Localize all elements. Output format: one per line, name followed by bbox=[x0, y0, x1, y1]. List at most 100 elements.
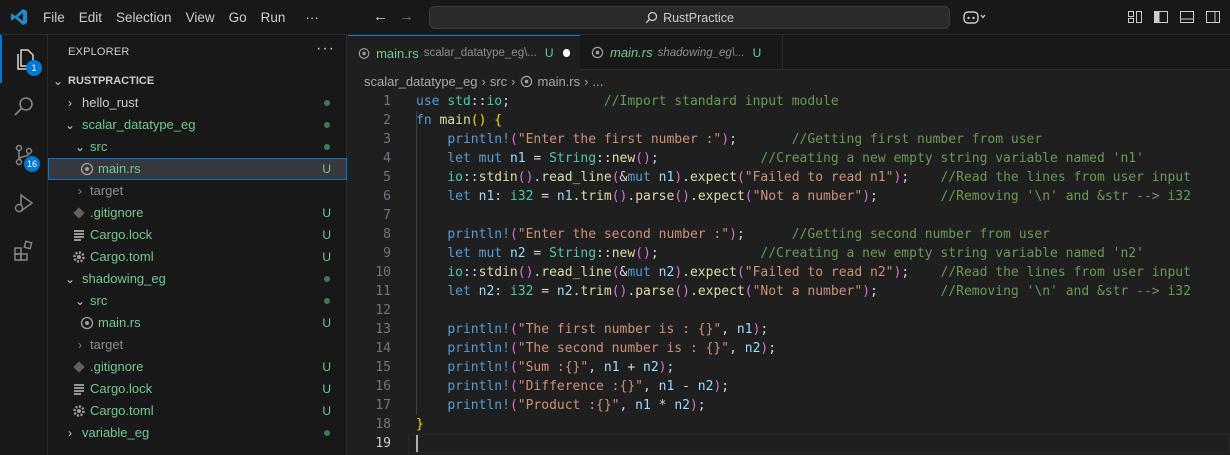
tab-main-rs-shadowing[interactable]: main.rs shadowing_eg\... U bbox=[581, 35, 783, 70]
line-number[interactable]: 11 bbox=[348, 282, 391, 301]
code-line[interactable]: 19 bbox=[348, 434, 1230, 453]
source-control-activity[interactable]: 16 bbox=[0, 131, 48, 179]
extensions-activity[interactable] bbox=[0, 227, 48, 275]
search-activity[interactable] bbox=[0, 83, 48, 131]
tree-item-target[interactable]: › target bbox=[48, 334, 347, 356]
code-editor[interactable]: 1 use std::io; //Import standard input mo… bbox=[348, 92, 1230, 455]
line-number[interactable]: 2 bbox=[348, 111, 391, 130]
tree-item-src[interactable]: ⌄ src bbox=[48, 136, 347, 158]
code-line[interactable]: 10 io::stdin().read_line(&mut n2).expect… bbox=[348, 263, 1230, 282]
command-center-search[interactable]: RustPractice bbox=[429, 6, 950, 29]
code-line[interactable]: 4 let mut n1 = String::new(); //Creating… bbox=[348, 149, 1230, 168]
code-line[interactable]: 7 bbox=[348, 206, 1230, 225]
line-number[interactable]: 6 bbox=[348, 187, 391, 206]
tab-main-rs-scalar[interactable]: main.rs scalar_datatype_eg\... U bbox=[348, 35, 580, 70]
explorer-activity[interactable]: 1 bbox=[0, 35, 48, 83]
forward-arrow-icon[interactable]: → bbox=[399, 8, 414, 25]
line-number[interactable]: 5 bbox=[348, 168, 391, 187]
line-number[interactable]: 8 bbox=[348, 225, 391, 244]
code-line[interactable]: 11 let n2: i32 = n2.trim().parse().expec… bbox=[348, 282, 1230, 301]
breadcrumb-item[interactable]: ... bbox=[592, 74, 603, 89]
line-number[interactable]: 16 bbox=[348, 377, 391, 396]
tree-item-variable-eg[interactable]: › variable_eg bbox=[48, 422, 347, 444]
code-line[interactable]: 12 bbox=[348, 301, 1230, 320]
source-control-badge: 16 bbox=[24, 156, 41, 172]
code-token: n1 bbox=[736, 322, 753, 337]
customize-layout-icon[interactable] bbox=[1127, 9, 1143, 25]
line-number[interactable]: 9 bbox=[348, 244, 391, 263]
tree-item-gitignore[interactable]: .gitignore U bbox=[48, 356, 347, 378]
tree-item-src[interactable]: ⌄ src bbox=[48, 290, 347, 312]
line-number[interactable]: 15 bbox=[348, 358, 391, 377]
code-line[interactable]: 18} bbox=[348, 415, 1230, 434]
toggle-secondary-sidebar-icon[interactable] bbox=[1205, 9, 1221, 25]
code-token: ) bbox=[862, 284, 871, 299]
back-arrow-icon[interactable]: ← bbox=[373, 8, 388, 25]
toggle-primary-sidebar-icon[interactable] bbox=[1153, 9, 1169, 25]
code-line[interactable]: 14 println!("The second number is : {}",… bbox=[348, 339, 1230, 358]
menu-selection[interactable]: Selection bbox=[109, 0, 179, 35]
menu-more[interactable]: ··· bbox=[298, 0, 326, 35]
unsaved-dot-icon[interactable] bbox=[562, 49, 570, 57]
chevron-right-icon: › bbox=[78, 184, 82, 198]
menu-go[interactable]: Go bbox=[222, 0, 254, 35]
code-token: let bbox=[447, 189, 471, 204]
line-number[interactable]: 12 bbox=[348, 301, 391, 320]
menu-run[interactable]: Run bbox=[254, 0, 293, 35]
code-line[interactable]: 3 println!("Enter the first number :"); … bbox=[348, 130, 1230, 149]
tree-item-cargo-toml[interactable]: Cargo.toml U bbox=[48, 400, 347, 422]
tree-item-label: hello_rust bbox=[82, 95, 139, 110]
line-number[interactable]: 3 bbox=[348, 130, 391, 149]
code-token: String bbox=[549, 151, 597, 166]
line-number[interactable]: 4 bbox=[348, 149, 391, 168]
line-number[interactable]: 18 bbox=[348, 415, 391, 434]
line-number[interactable]: 17 bbox=[348, 396, 391, 415]
code-line[interactable]: 8 println!("Enter the second number :");… bbox=[348, 225, 1230, 244]
git-status-untracked: U bbox=[322, 316, 331, 330]
code-token: expect bbox=[689, 170, 737, 185]
code-token: ( bbox=[611, 170, 620, 185]
menu-edit[interactable]: Edit bbox=[72, 0, 109, 35]
tree-item-shadowing-eg[interactable]: ⌄ shadowing_eg bbox=[48, 268, 347, 290]
line-number[interactable]: 7 bbox=[348, 206, 391, 225]
code-line[interactable]: 2 fn main() { bbox=[348, 111, 1230, 130]
tree-item-main-rs[interactable]: main.rs U bbox=[48, 158, 347, 180]
breadcrumb-item[interactable]: src bbox=[490, 74, 507, 89]
code-token: let bbox=[447, 284, 471, 299]
menu-view[interactable]: View bbox=[179, 0, 222, 35]
tree-item-main-rs[interactable]: main.rs U bbox=[48, 312, 347, 334]
line-number[interactable]: 14 bbox=[348, 339, 391, 358]
code-token: n2 bbox=[674, 398, 690, 413]
menu-file[interactable]: File bbox=[36, 0, 72, 35]
tree-item-cargo-lock[interactable]: Cargo.lock U bbox=[48, 224, 347, 246]
code-line[interactable]: 15 println!("Sum :{}", n1 + n2); bbox=[348, 358, 1230, 377]
rust-file-icon bbox=[520, 75, 532, 87]
tree-item-scalar-datatype-eg[interactable]: ⌄ scalar_datatype_eg bbox=[48, 114, 347, 136]
code-line[interactable]: 9 let mut n2 = String::new(); //Creating… bbox=[348, 244, 1230, 263]
line-number[interactable]: 19 bbox=[348, 434, 391, 453]
code-line[interactable]: 16 println!("Difference :{}", n1 - n2); bbox=[348, 377, 1230, 396]
code-line[interactable]: 1 use std::io; //Import standard input mo… bbox=[348, 92, 1230, 111]
line-number[interactable]: 13 bbox=[348, 320, 391, 339]
tree-item-cargo-toml[interactable]: Cargo.toml U bbox=[48, 246, 347, 268]
chevron-right-icon: › bbox=[78, 338, 82, 352]
tree-item-gitignore[interactable]: .gitignore U bbox=[48, 202, 347, 224]
line-number[interactable]: 1 bbox=[348, 92, 391, 111]
line-number[interactable]: 10 bbox=[348, 263, 391, 282]
tree-item-hello-rust[interactable]: › hello_rust bbox=[48, 92, 347, 114]
code-line[interactable]: 17 println!("Product :{}", n1 * n2); bbox=[348, 396, 1230, 415]
code-token: println! bbox=[447, 379, 510, 394]
tree-item-target[interactable]: › target bbox=[48, 180, 347, 202]
explorer-more-actions[interactable]: ··· bbox=[316, 40, 335, 58]
code-line[interactable]: 6 let n1: i32 = n1.trim().parse().expect… bbox=[348, 187, 1230, 206]
breadcrumb-item[interactable]: main.rs bbox=[538, 74, 581, 89]
code-line[interactable]: 5 io::stdin().read_line(&mut n1).expect(… bbox=[348, 168, 1230, 187]
code-line[interactable]: 13 println!("The first number is : {}", … bbox=[348, 320, 1230, 339]
tab-status: U bbox=[752, 45, 762, 60]
copilot-icon[interactable] bbox=[962, 9, 986, 25]
tree-item-cargo-lock[interactable]: Cargo.lock U bbox=[48, 378, 347, 400]
toggle-panel-icon[interactable] bbox=[1179, 9, 1195, 25]
run-debug-activity[interactable] bbox=[0, 179, 48, 227]
tree-root[interactable]: ⌄ RUSTPRACTICE bbox=[48, 70, 347, 92]
breadcrumb-item[interactable]: scalar_datatype_eg bbox=[364, 74, 477, 89]
